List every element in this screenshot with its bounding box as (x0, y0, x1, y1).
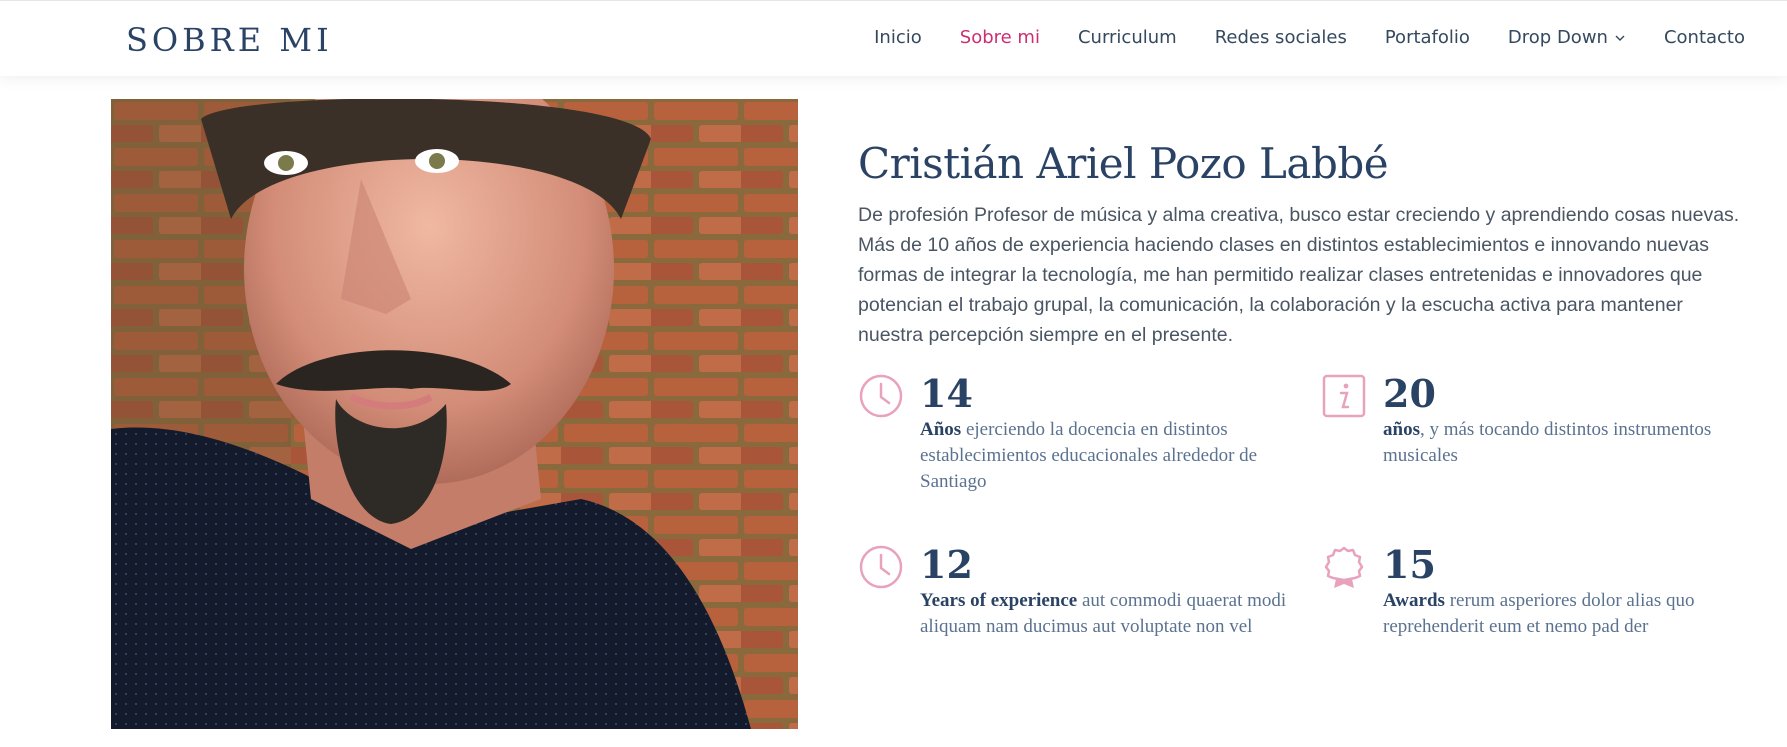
clock-icon (859, 545, 903, 589)
stat-description: ejerciendo la docencia en distintos esta… (920, 419, 1258, 492)
stat-description: , y más tocando distintos instrumentos m… (1383, 419, 1712, 466)
site-logo[interactable]: SOBRE MI (126, 21, 333, 59)
stats-grid: 14 Años ejerciendo la docencia en distin… (858, 371, 1753, 713)
stat-number: 20 (1383, 371, 1436, 416)
nav-curriculum[interactable]: Curriculum (1078, 26, 1177, 50)
chevron-down-icon (1615, 35, 1625, 41)
stat-text: Años ejerciendo la docencia en distintos… (920, 417, 1295, 495)
nav-drop-down-label: Drop Down (1507, 27, 1608, 48)
nav-contacto[interactable]: Contacto (1664, 26, 1745, 50)
nav-redes-sociales[interactable]: Redes sociales (1215, 26, 1347, 50)
stat-bold-label: años (1383, 419, 1420, 440)
nav-inicio[interactable]: Inicio (874, 26, 922, 50)
profile-name: Cristián Ariel Pozo Labbé (858, 139, 1389, 188)
stat-bold-label: Años (920, 419, 962, 440)
profile-photo (111, 99, 798, 729)
nav-drop-down[interactable]: Drop Down (1508, 26, 1626, 50)
stat-bold-label: Years of experience (920, 590, 1078, 611)
stat-number: 12 (920, 542, 973, 587)
clock-icon (859, 374, 903, 418)
award-icon (1324, 546, 1364, 588)
profile-content: Cristián Ariel Pozo Labbé De profesión P… (858, 138, 1753, 350)
stat-number: 15 (1383, 542, 1436, 587)
nav-sobre-mi[interactable]: Sobre mi (960, 26, 1040, 50)
site-header: SOBRE MI Inicio Sobre mi Curriculum Rede… (0, 0, 1787, 76)
nav-portafolio[interactable]: Portafolio (1385, 26, 1470, 50)
info-icon (1322, 374, 1366, 418)
stat-text: Years of experience aut commodi quaerat … (920, 588, 1295, 640)
profile-description: De profesión Profesor de música y alma c… (858, 204, 1740, 346)
stat-text: años, y más tocando distintos instrument… (1383, 417, 1758, 469)
stat-number: 14 (920, 371, 973, 416)
stat-bold-label: Awards (1383, 590, 1445, 611)
main-nav: Inicio Sobre mi Curriculum Redes sociale… (874, 26, 1745, 50)
stat-text: Awards rerum asperiores dolor alias quo … (1383, 588, 1758, 640)
